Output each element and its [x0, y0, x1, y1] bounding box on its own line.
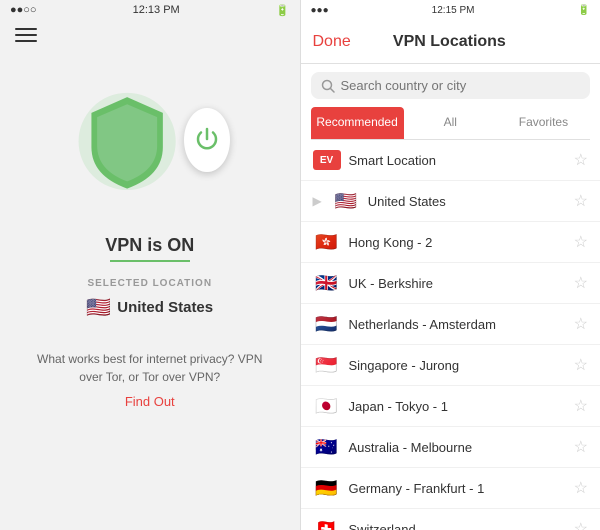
location-name: UK - Berkshire — [349, 276, 566, 291]
location-name: Switzerland — [349, 522, 566, 530]
selected-flag: 🇺🇸 — [86, 295, 111, 320]
star-icon[interactable]: ☆ — [574, 273, 588, 293]
vpn-status-underline — [110, 260, 190, 262]
search-icon — [321, 79, 335, 93]
star-icon[interactable]: ☆ — [574, 191, 588, 211]
tab-all[interactable]: All — [404, 107, 497, 139]
left-signal: ●●○○ — [10, 4, 37, 16]
location-name: Smart Location — [349, 153, 566, 168]
list-item[interactable]: 🇬🇧 UK - Berkshire ☆ — [301, 263, 600, 304]
list-item[interactable]: EV Smart Location ☆ — [301, 140, 600, 181]
list-item[interactable]: 🇩🇪 Germany - Frankfurt - 1 ☆ — [301, 468, 600, 509]
selected-location-label: SELECTED LOCATION — [87, 278, 212, 289]
star-icon[interactable]: ☆ — [574, 355, 588, 375]
location-flag: 🇦🇺 — [313, 437, 341, 457]
left-time: 12:13 PM — [133, 4, 180, 16]
location-name: Netherlands - Amsterdam — [349, 317, 566, 332]
right-nav-bar: Done VPN Locations — [301, 20, 600, 64]
location-flag: 🇨🇭 — [313, 519, 341, 530]
left-panel: ●●○○ 12:13 PM 🔋 VPN is ON SELECTED L — [0, 0, 300, 530]
list-item[interactable]: 🇦🇺 Australia - Melbourne ☆ — [301, 427, 600, 468]
find-out-link[interactable]: Find Out — [125, 394, 175, 409]
tabs-bar: Recommended All Favorites — [311, 107, 591, 140]
tab-favorites[interactable]: Favorites — [497, 107, 590, 139]
location-name: Australia - Melbourne — [349, 440, 566, 455]
list-item[interactable]: ▶ 🇺🇸 United States ☆ — [301, 181, 600, 222]
location-flag: 🇳🇱 — [313, 314, 341, 334]
right-panel: ●●● 12:15 PM 🔋 Done VPN Locations Recomm… — [301, 0, 600, 530]
location-flag: 🇩🇪 — [313, 478, 341, 498]
power-icon — [192, 125, 222, 155]
location-flag: 🇬🇧 — [313, 273, 341, 293]
location-flag: 🇭🇰 — [313, 232, 341, 252]
star-icon[interactable]: ☆ — [574, 478, 588, 498]
location-name: Hong Kong - 2 — [349, 235, 566, 250]
list-item[interactable]: 🇯🇵 Japan - Tokyo - 1 ☆ — [301, 386, 600, 427]
location-flag: 🇯🇵 — [313, 396, 341, 416]
star-icon[interactable]: ☆ — [574, 150, 588, 170]
list-item[interactable]: 🇭🇰 Hong Kong - 2 ☆ — [301, 222, 600, 263]
left-nav — [0, 20, 300, 50]
search-input[interactable] — [341, 78, 581, 93]
list-item[interactable]: 🇳🇱 Netherlands - Amsterdam ☆ — [301, 304, 600, 345]
list-item[interactable]: 🇸🇬 Singapore - Jurong ☆ — [301, 345, 600, 386]
location-name: Singapore - Jurong — [349, 358, 566, 373]
right-time: 12:15 PM — [432, 5, 475, 16]
privacy-text: What works best for internet privacy? VP… — [0, 350, 300, 386]
hamburger-menu[interactable] — [15, 28, 37, 42]
location-name: Japan - Tokyo - 1 — [349, 399, 566, 414]
right-status-bar: ●●● 12:15 PM 🔋 — [301, 0, 600, 20]
shield-background — [70, 60, 184, 220]
done-button[interactable]: Done — [313, 33, 351, 51]
chevron-icon: ▶ — [313, 194, 322, 208]
smart-location-icon: EV — [313, 150, 341, 170]
left-status-bar: ●●○○ 12:13 PM 🔋 — [0, 0, 300, 20]
left-battery: 🔋 — [276, 4, 290, 17]
locations-list: EV Smart Location ☆ ▶ 🇺🇸 United States ☆… — [301, 140, 600, 530]
search-bar — [311, 72, 591, 99]
location-name: United States — [368, 194, 566, 209]
star-icon[interactable]: ☆ — [574, 314, 588, 334]
right-signal: ●●● — [311, 5, 329, 16]
star-icon[interactable]: ☆ — [574, 232, 588, 252]
tab-recommended[interactable]: Recommended — [311, 107, 404, 139]
location-name: Germany - Frankfurt - 1 — [349, 481, 566, 496]
location-flag: 🇸🇬 — [313, 355, 341, 375]
power-button[interactable] — [184, 108, 230, 172]
selected-location-name: United States — [117, 299, 213, 316]
shield-container — [70, 60, 230, 220]
star-icon[interactable]: ☆ — [574, 519, 588, 530]
vpn-status-text: VPN is ON — [105, 235, 194, 256]
star-icon[interactable]: ☆ — [574, 437, 588, 457]
nav-title: VPN Locations — [393, 33, 506, 51]
selected-location-value: 🇺🇸 United States — [86, 295, 213, 320]
right-battery: 🔋 — [578, 5, 590, 16]
list-item[interactable]: 🇨🇭 Switzerland ☆ — [301, 509, 600, 530]
location-flag: 🇺🇸 — [332, 191, 360, 211]
star-icon[interactable]: ☆ — [574, 396, 588, 416]
